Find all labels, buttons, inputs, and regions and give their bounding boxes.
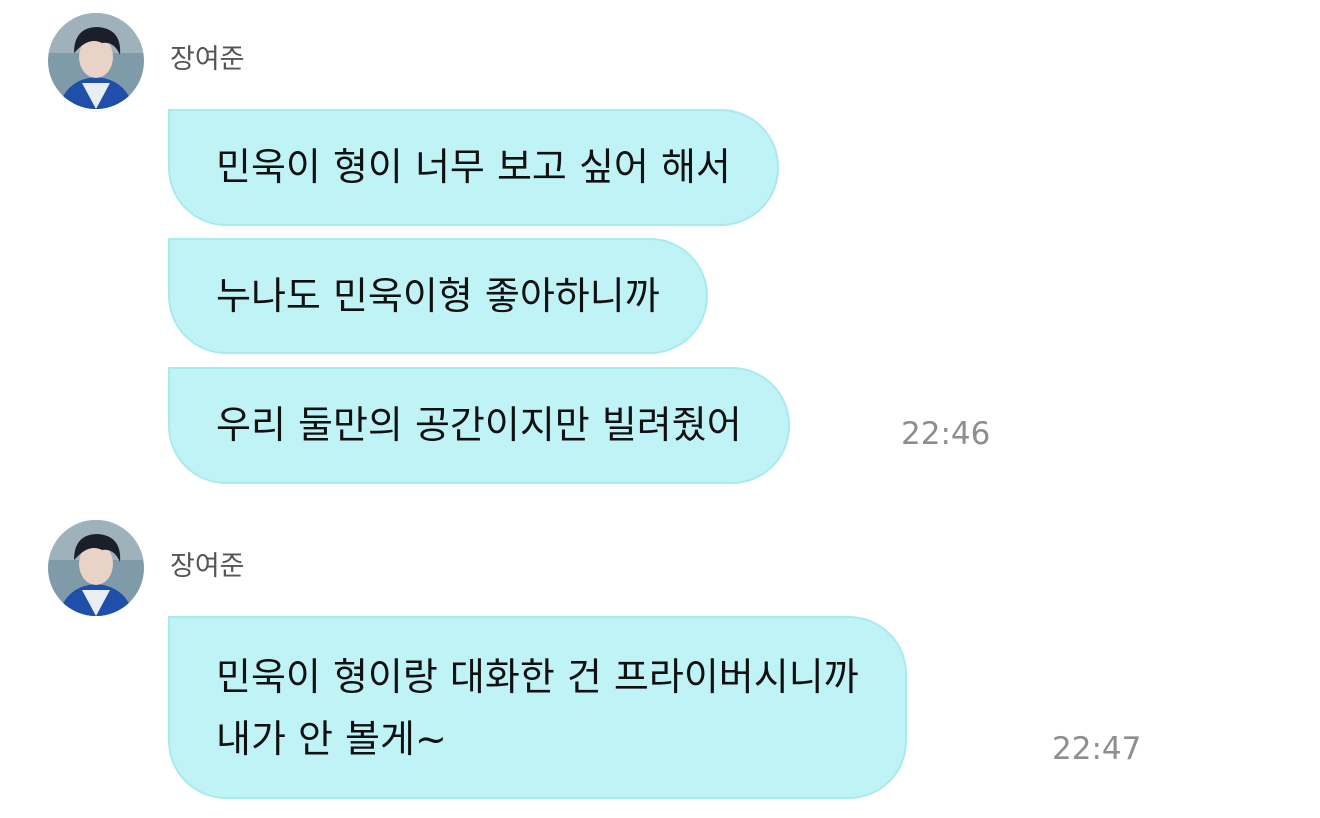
chat-view: 장여준 민욱이 형이 너무 보고 싶어 해서 누나도 민욱이형 좋아하니까 우리… [0, 0, 1320, 818]
message-text: 우리 둘만의 공간이지만 빌려줬어 [216, 403, 742, 447]
message-text: 누나도 민욱이형 좋아하니까 [216, 274, 660, 318]
sender-name: 장여준 [170, 44, 245, 75]
profile-photo-icon [48, 13, 144, 109]
message-timestamp: 22:46 [901, 416, 991, 452]
message-bubble[interactable]: 민욱이 형이랑 대화한 건 프라이버시니까 내가 안 볼게~ [168, 616, 907, 799]
message-text: 내가 안 볼게~ [216, 717, 447, 761]
sender-avatar[interactable] [48, 13, 144, 109]
sender-name: 장여준 [170, 551, 245, 582]
message-text: 민욱이 형이랑 대화한 건 프라이버시니까 [216, 655, 859, 699]
message-bubble[interactable]: 우리 둘만의 공간이지만 빌려줬어 [168, 367, 790, 484]
message-bubble[interactable]: 민욱이 형이 너무 보고 싶어 해서 [168, 109, 779, 226]
profile-photo-icon [48, 520, 144, 616]
sender-avatar[interactable] [48, 520, 144, 616]
message-text: 민욱이 형이 너무 보고 싶어 해서 [216, 145, 731, 189]
message-bubble[interactable]: 누나도 민욱이형 좋아하니까 [168, 238, 708, 354]
message-timestamp: 22:47 [1052, 731, 1142, 767]
